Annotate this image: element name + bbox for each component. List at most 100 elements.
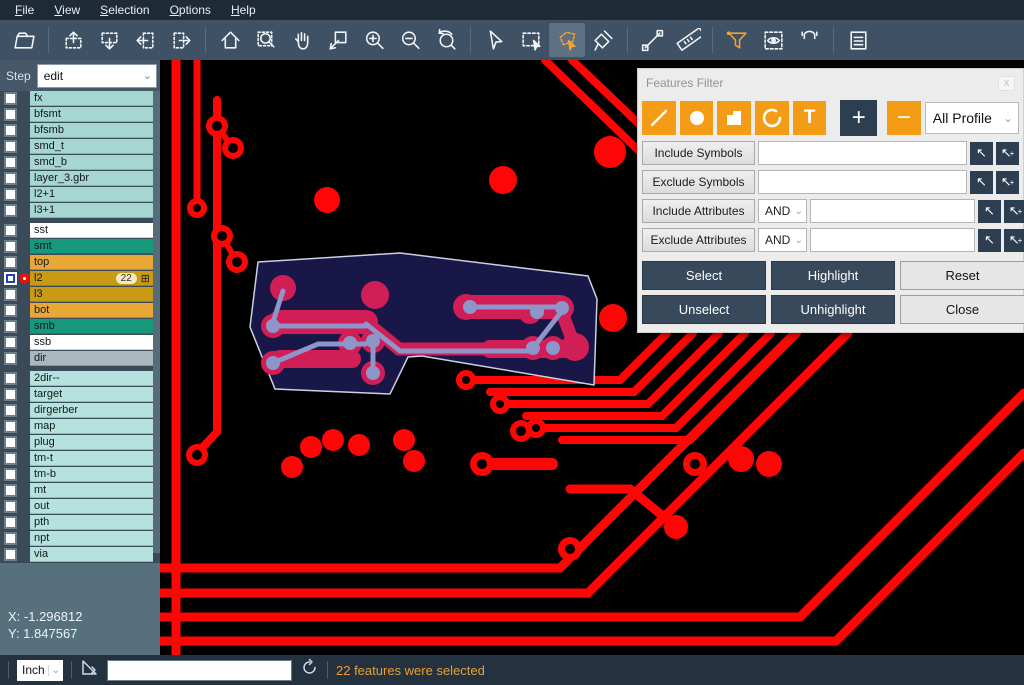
layer-name[interactable]: smd_b (30, 155, 153, 170)
layer-checkbox[interactable] (4, 404, 17, 417)
layer-name[interactable]: dir (30, 351, 153, 366)
pan-up-button[interactable] (55, 23, 91, 57)
filter-text-button[interactable]: T (793, 101, 827, 135)
layer-checkbox[interactable] (4, 224, 17, 237)
zoom-window-button[interactable] (320, 23, 356, 57)
layer-name[interactable]: layer_3.gbr (30, 171, 153, 186)
ruler-button[interactable] (670, 23, 706, 57)
layer-checkbox[interactable] (4, 388, 17, 401)
pick-add-from-canvas-button[interactable]: ↖+ (996, 142, 1019, 165)
rect-select-button[interactable] (513, 23, 549, 57)
select-cursor-button[interactable] (477, 23, 513, 57)
layer-name[interactable]: smd_t (30, 139, 153, 154)
layer-name[interactable]: pth (30, 515, 153, 530)
layer-name[interactable]: target (30, 387, 153, 402)
operator-select[interactable]: AND⌄ (758, 228, 807, 252)
layer-checkbox[interactable] (4, 240, 17, 253)
layer-checkbox[interactable] (4, 484, 17, 497)
layer-checkbox[interactable] (4, 140, 17, 153)
layer-name[interactable]: l222⊞ (30, 271, 153, 286)
layer-list-scrollbar[interactable] (153, 91, 160, 553)
refresh-icon[interactable] (300, 658, 319, 682)
layer-name[interactable]: via (30, 547, 153, 562)
layer-name[interactable]: plug (30, 435, 153, 450)
exclude-symbols-input[interactable] (758, 170, 967, 194)
layers-form-button[interactable] (840, 23, 876, 57)
close-button[interactable]: Close (900, 295, 1024, 324)
layer-checkbox[interactable] (4, 548, 17, 561)
layer-name[interactable]: top (30, 255, 153, 270)
layer-name[interactable]: smb (30, 319, 153, 334)
layer-name[interactable]: l3+1 (30, 203, 153, 218)
command-input[interactable] (107, 660, 292, 681)
clear-highlight-brush-button[interactable] (585, 23, 621, 57)
filter-pad-button[interactable] (680, 101, 714, 135)
unselect-button[interactable]: Unselect (642, 295, 766, 324)
exclude-attributes-button[interactable]: Exclude Attributes (642, 228, 755, 252)
filter-line-button[interactable] (642, 101, 676, 135)
layer-name[interactable]: l3 (30, 287, 153, 302)
operator-select[interactable]: AND⌄ (758, 199, 807, 223)
dialog-title-bar[interactable]: Features Filter x (638, 69, 1023, 97)
layer-checkbox[interactable] (4, 320, 17, 333)
pick-add-from-canvas-button[interactable]: ↖+ (996, 171, 1019, 194)
pick-from-canvas-button[interactable]: ↖ (970, 171, 993, 194)
layer-checkbox[interactable] (4, 188, 17, 201)
layer-checkbox[interactable] (4, 304, 17, 317)
pick-from-canvas-button[interactable]: ↖ (978, 229, 1001, 252)
include-symbols-input[interactable] (758, 141, 967, 165)
include-attributes-input[interactable] (810, 199, 975, 223)
pick-from-canvas-button[interactable]: ↖ (970, 142, 993, 165)
menu-file[interactable]: File (6, 1, 43, 19)
snap-button[interactable] (791, 23, 827, 57)
layer-checkbox[interactable] (4, 500, 17, 513)
layer-checkbox[interactable] (4, 532, 17, 545)
select-button[interactable]: Select (642, 261, 766, 290)
home-button[interactable] (212, 23, 248, 57)
polarity-negative-button[interactable]: − (887, 101, 921, 135)
layer-name[interactable]: bfsmt (30, 107, 153, 122)
menu-view[interactable]: View (45, 1, 89, 19)
zoom-out-button[interactable] (392, 23, 428, 57)
pan-left-button[interactable] (127, 23, 163, 57)
layer-checkbox[interactable] (4, 172, 17, 185)
units-select[interactable]: Inch ⌄ (17, 660, 63, 681)
layer-name[interactable]: ssb (30, 335, 153, 350)
menu-selection[interactable]: Selection (91, 1, 158, 19)
view-options-button[interactable] (755, 23, 791, 57)
reset-button[interactable]: Reset (900, 261, 1024, 290)
pick-from-canvas-button[interactable]: ↖ (978, 200, 1001, 223)
features-filter-button[interactable] (719, 23, 755, 57)
layer-checkbox[interactable] (4, 516, 17, 529)
exclude-attributes-input[interactable] (810, 228, 975, 252)
filter-surface-button[interactable] (717, 101, 751, 135)
layer-checkbox[interactable] (4, 156, 17, 169)
include-attributes-button[interactable]: Include Attributes (642, 199, 755, 223)
pan-down-button[interactable] (91, 23, 127, 57)
menu-options[interactable]: Options (161, 1, 220, 19)
open-button[interactable] (6, 23, 42, 57)
step-select[interactable]: edit ⌄ (37, 64, 157, 88)
layer-name[interactable]: map (30, 419, 153, 434)
layer-checkbox[interactable] (4, 272, 17, 285)
layer-checkbox[interactable] (4, 256, 17, 269)
zoom-previous-button[interactable] (428, 23, 464, 57)
layer-checkbox[interactable] (4, 452, 17, 465)
close-icon[interactable]: x (998, 76, 1015, 91)
measure-distance-button[interactable] (634, 23, 670, 57)
layer-name[interactable]: l2+1 (30, 187, 153, 202)
layer-checkbox[interactable] (4, 204, 17, 217)
layer-checkbox[interactable] (4, 288, 17, 301)
layer-name[interactable]: bot (30, 303, 153, 318)
polarity-positive-button[interactable]: + (840, 100, 877, 136)
layer-name[interactable]: tm-t (30, 451, 153, 466)
pan-hand-button[interactable] (284, 23, 320, 57)
layer-checkbox[interactable] (4, 420, 17, 433)
layer-name[interactable]: mt (30, 483, 153, 498)
zoom-area-button[interactable] (248, 23, 284, 57)
include-symbols-button[interactable]: Include Symbols (642, 141, 755, 165)
layer-checkbox[interactable] (4, 352, 17, 365)
layer-name[interactable]: fx (30, 91, 153, 106)
pan-right-button[interactable] (163, 23, 199, 57)
layer-name[interactable]: smt (30, 239, 153, 254)
